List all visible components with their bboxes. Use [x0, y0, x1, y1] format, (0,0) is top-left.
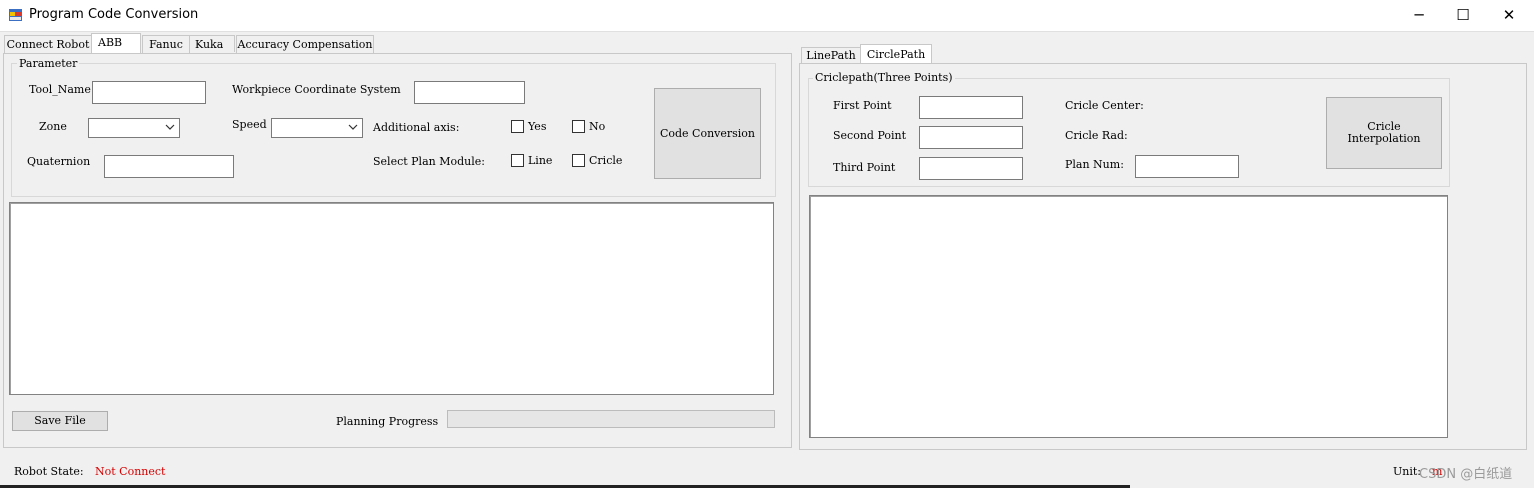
tool-name-label: Tool_Name: [29, 83, 91, 96]
window-title: Program Code Conversion: [29, 7, 199, 22]
circle-center-label: Cricle Center:: [1065, 99, 1144, 112]
third-point-input[interactable]: [919, 157, 1023, 180]
circle-interpolation-line2: Interpolation: [1347, 132, 1421, 145]
workpiece-input[interactable]: [414, 81, 525, 104]
close-icon: ✕: [1502, 6, 1516, 24]
line-label: Line: [528, 154, 553, 167]
tab-label: Connect Robot: [6, 38, 90, 51]
zone-label: Zone: [39, 120, 67, 133]
app-icon: [9, 9, 22, 21]
maximize-button[interactable]: ☐: [1440, 0, 1486, 31]
chevron-down-icon: [348, 124, 358, 130]
additional-axis-label: Additional axis:: [373, 121, 460, 134]
quaternion-label: Quaternion: [27, 155, 91, 168]
maximize-icon: ☐: [1456, 6, 1470, 24]
robot-state-label: Robot State:: [14, 465, 84, 478]
circle-rad-label: Cricle Rad:: [1065, 129, 1128, 142]
no-label: No: [589, 120, 606, 133]
third-point-label: Third Point: [833, 161, 896, 174]
planning-progress-label: Planning Progress: [336, 415, 439, 428]
zone-select[interactable]: [88, 118, 180, 138]
parameter-legend: Parameter: [17, 57, 80, 70]
code-conversion-button[interactable]: Code Conversion: [654, 88, 761, 179]
tab-label: ABB: [98, 36, 123, 49]
yes-checkbox[interactable]: [511, 120, 524, 133]
circle-label: Cricle: [589, 154, 623, 167]
save-file-button[interactable]: Save File: [12, 411, 108, 431]
robot-state-value: Not Connect: [95, 465, 166, 478]
tool-name-input[interactable]: [92, 81, 206, 104]
first-point-label: First Point: [833, 99, 892, 112]
circle-interpolation-button[interactable]: Cricle Interpolation: [1326, 97, 1442, 169]
csdn-watermark: CSDN @白纸道: [1419, 467, 1513, 482]
first-point-input[interactable]: [919, 96, 1023, 119]
tab-accuracy-compensation[interactable]: Accuracy Compensation: [236, 35, 374, 53]
speed-select[interactable]: [271, 118, 363, 138]
tab-abb[interactable]: ABB: [91, 33, 141, 53]
tab-label: Accuracy Compensation: [237, 38, 373, 51]
planning-progress-bar: [447, 410, 775, 428]
plan-num-label: Plan Num:: [1065, 158, 1124, 171]
workpiece-label: Workpiece Coordinate System: [232, 83, 401, 96]
tab-fanuc[interactable]: Fanuc: [142, 35, 190, 53]
circlepath-legend: Criclepath(Three Points): [813, 71, 955, 84]
select-plan-label: Select Plan Module:: [373, 155, 485, 168]
tab-label: CirclePath: [866, 48, 926, 61]
title-bar: Program Code Conversion ─ ☐ ✕: [0, 0, 1534, 32]
code-output-textarea[interactable]: [9, 202, 774, 395]
code-conversion-label: Code Conversion: [659, 127, 756, 140]
circle-checkbox[interactable]: [572, 154, 585, 167]
circlepath-output-textarea[interactable]: [809, 195, 1448, 438]
unit-label: Unit:: [1393, 465, 1421, 478]
quaternion-input[interactable]: [104, 155, 234, 178]
no-checkbox[interactable]: [572, 120, 585, 133]
tab-label: Kuka: [195, 38, 224, 51]
tab-linepath[interactable]: LinePath: [801, 47, 861, 64]
tab-circlepath[interactable]: CirclePath: [860, 44, 932, 64]
second-point-label: Second Point: [833, 129, 907, 142]
yes-label: Yes: [528, 120, 547, 133]
tab-connect-robot[interactable]: Connect Robot: [4, 35, 92, 53]
speed-label: Speed: [232, 118, 267, 131]
chevron-down-icon: [165, 124, 175, 130]
tab-kuka[interactable]: Kuka: [189, 35, 235, 52]
plan-num-input[interactable]: [1135, 155, 1239, 178]
second-point-input[interactable]: [919, 126, 1023, 149]
minimize-button[interactable]: ─: [1396, 0, 1442, 31]
tab-label: Fanuc: [149, 38, 183, 51]
tab-label: LinePath: [806, 49, 856, 62]
save-file-label: Save File: [34, 414, 86, 427]
line-checkbox[interactable]: [511, 154, 524, 167]
minimize-icon: ─: [1414, 6, 1424, 24]
close-button[interactable]: ✕: [1486, 0, 1532, 31]
